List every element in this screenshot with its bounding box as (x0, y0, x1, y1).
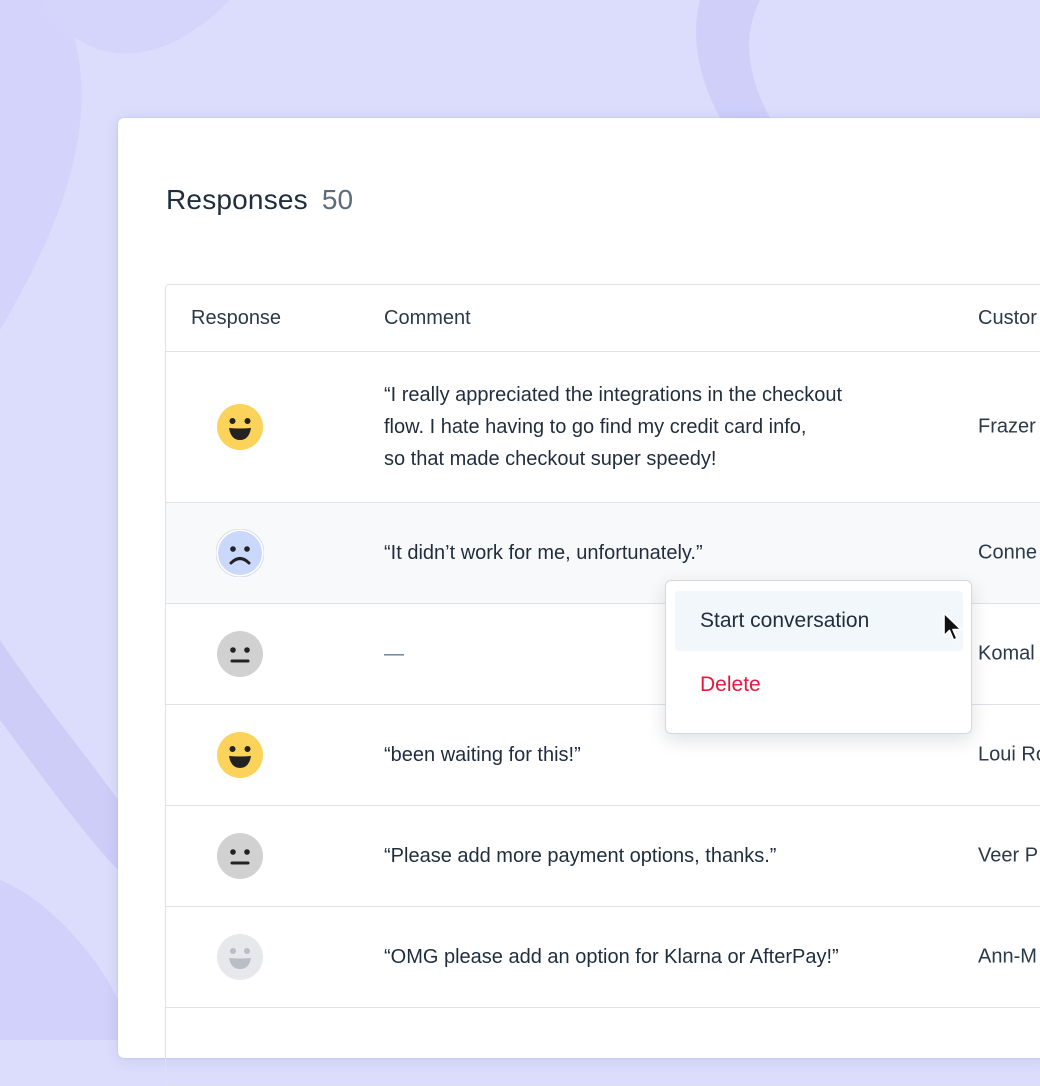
neutral-face-icon (216, 630, 264, 678)
table-header: Response Comment Custor (166, 285, 1040, 352)
customer-name[interactable]: Veer P (978, 845, 1038, 868)
table-row[interactable]: “I really appreciated the integrations i… (166, 352, 1040, 503)
column-header-customer[interactable]: Custor (978, 285, 1037, 351)
frowning-face-icon (216, 529, 264, 577)
grinning-face-icon (216, 731, 264, 779)
comment-text: “OMG please add an option for Klarna or … (384, 946, 839, 968)
comment-text: “Please add more payment options, thanks… (384, 845, 777, 867)
delete-menu-item[interactable]: Delete (675, 655, 963, 715)
pointer-cursor-icon (943, 612, 962, 641)
row-context-menu: Start conversation Delete (665, 580, 972, 734)
page-title: Responses (166, 184, 308, 215)
neutral-face-icon (216, 832, 264, 880)
faded-grinning-face-icon (216, 933, 264, 981)
comment-text: “I really appreciated the integrations i… (384, 384, 843, 470)
responses-count: 50 (321, 184, 354, 215)
start-conversation-menu-item[interactable]: Start conversation (675, 591, 963, 651)
comment-text: “It didn’t work for me, unfortunately.” (384, 542, 703, 564)
page-header: Responses 50 (166, 184, 353, 216)
customer-name[interactable]: Komal (978, 643, 1035, 666)
grinning-face-icon (216, 403, 264, 451)
customer-name[interactable]: Frazer (978, 416, 1036, 439)
column-header-comment[interactable]: Comment (384, 285, 471, 351)
table-row[interactable]: “OMG please add an option for Klarna or … (166, 907, 1040, 1008)
customer-name[interactable]: Ann-M (978, 946, 1037, 969)
table-row[interactable]: “Please add more payment options, thanks… (166, 806, 1040, 907)
customer-name[interactable]: Loui Ro (978, 744, 1040, 767)
customer-name[interactable]: Conne (978, 542, 1037, 565)
column-header-response[interactable]: Response (191, 285, 281, 351)
comment-text: “been waiting for this!” (384, 744, 581, 766)
